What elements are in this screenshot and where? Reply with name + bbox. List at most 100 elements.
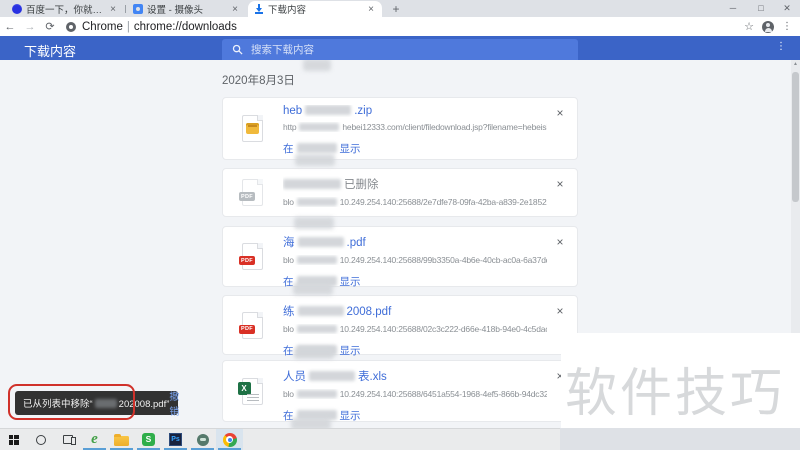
download-filename-link[interactable]: heb .zip bbox=[283, 105, 547, 117]
tab-downloads[interactable]: 下载内容 × bbox=[248, 1, 382, 17]
page-title: 下载内容 bbox=[24, 44, 77, 59]
redaction-blur bbox=[296, 256, 337, 264]
downloads-menu-icon[interactable]: ⋮ bbox=[776, 41, 786, 52]
forward-icon[interactable]: → bbox=[20, 21, 40, 33]
chrome-logo-icon bbox=[222, 432, 237, 447]
baidu-favicon bbox=[12, 4, 22, 14]
undo-button[interactable]: 撤销 bbox=[169, 388, 188, 418]
download-card: heb .zip http hebei12333.com/client/filedo… bbox=[222, 97, 578, 160]
tab-title: 百度一下，你就知道 bbox=[26, 5, 104, 16]
remove-download-icon[interactable]: × bbox=[553, 177, 567, 191]
maximize-button[interactable]: □ bbox=[750, 0, 772, 16]
chat-app-icon bbox=[196, 433, 209, 446]
redaction-blur bbox=[293, 283, 333, 295]
search-input[interactable]: 搜索下载内容 bbox=[222, 39, 578, 60]
pdf-file-icon: PDF bbox=[223, 169, 281, 216]
download-card: PDF 海 .pdf blo 10.249.254.140:25688/99b335… bbox=[222, 226, 578, 288]
download-card: PDF 已删除 blo 10.249.254.140:25688/2e7dfe78… bbox=[222, 168, 578, 217]
watermark-box: 软件技巧 bbox=[561, 333, 800, 428]
redaction-blur bbox=[291, 418, 331, 428]
profile-avatar-icon[interactable] bbox=[762, 20, 774, 33]
tab-settings[interactable]: 设置 - 摄像头 × bbox=[127, 1, 246, 17]
download-source-url: http hebei12333.com/client/filedownload.j… bbox=[283, 122, 547, 132]
download-source-url: blo 10.249.254.140:25688/02c3c222-d66e-41… bbox=[283, 324, 547, 334]
watermark-text: 软件技巧 bbox=[565, 365, 786, 423]
redaction-blur bbox=[305, 105, 352, 115]
search-placeholder: 搜索下载内容 bbox=[251, 44, 314, 56]
red-highlight-annotation bbox=[8, 384, 135, 420]
windows-logo-icon bbox=[8, 434, 19, 445]
taskbar-s-app[interactable]: S bbox=[135, 429, 162, 450]
url-separator: | bbox=[126, 20, 130, 33]
tab-title: 下载内容 bbox=[268, 5, 307, 16]
taskbar-ie-browser[interactable]: e bbox=[81, 429, 108, 450]
page-info-icon[interactable] bbox=[66, 21, 76, 32]
date-header: 2020年8月3日 bbox=[222, 75, 295, 87]
task-view-icon bbox=[62, 435, 76, 445]
browser-menu-icon[interactable]: ⋮ bbox=[782, 21, 792, 32]
close-window-button[interactable]: ✕ bbox=[776, 0, 798, 16]
download-card: X 人员 表.xls blo 10.249.254.140:25688/6451a5… bbox=[222, 360, 578, 422]
scrollbar[interactable]: ▲ bbox=[791, 60, 800, 333]
remove-download-icon[interactable]: × bbox=[553, 304, 567, 318]
ie-browser-icon: e bbox=[91, 431, 98, 447]
download-source-url: blo 10.249.254.140:25688/6451a554-1968-4e… bbox=[283, 389, 547, 399]
search-icon bbox=[232, 44, 243, 55]
downloads-list: 2020年8月3日 heb .zip http hebei12333.com/cli… bbox=[0, 60, 800, 428]
new-tab-button[interactable]: + bbox=[388, 2, 404, 16]
folder-icon bbox=[114, 433, 129, 446]
bookmark-star-icon[interactable]: ☆ bbox=[744, 20, 754, 33]
tab-close-icon[interactable]: × bbox=[108, 4, 118, 15]
redaction-blur bbox=[303, 60, 331, 71]
search-circle-icon bbox=[35, 434, 46, 445]
tab-close-icon[interactable]: × bbox=[366, 4, 376, 15]
pdf-file-icon: PDF bbox=[223, 227, 281, 286]
taskbar-chat-app[interactable] bbox=[189, 429, 216, 450]
windows-taskbar: e S Ps bbox=[0, 428, 560, 450]
reload-icon[interactable]: ⟳ bbox=[40, 20, 60, 33]
redaction-blur bbox=[296, 198, 337, 206]
remove-download-icon[interactable]: × bbox=[553, 106, 567, 120]
back-icon[interactable]: ← bbox=[0, 21, 20, 33]
redaction-blur bbox=[299, 123, 340, 131]
site-label: Chrome bbox=[82, 20, 123, 33]
redaction-blur bbox=[296, 390, 337, 398]
pdf-file-icon: PDF bbox=[223, 296, 281, 354]
browser-toolbar: ← → ⟳ Chrome | chrome://downloads ☆ ⋮ bbox=[0, 17, 800, 36]
redaction-blur bbox=[283, 179, 341, 189]
redaction-blur bbox=[296, 325, 337, 333]
redaction-blur bbox=[296, 143, 337, 153]
scrollbar-thumb[interactable] bbox=[792, 72, 799, 202]
task-view-button[interactable] bbox=[54, 429, 81, 450]
s-app-icon: S bbox=[142, 433, 155, 446]
download-filename-link[interactable]: 练 2008.pdf bbox=[283, 303, 547, 319]
download-filename-link[interactable]: 海 .pdf bbox=[283, 234, 547, 250]
download-filename-deleted: 已删除 bbox=[283, 176, 547, 192]
address-bar[interactable]: Chrome | chrome://downloads bbox=[82, 21, 237, 33]
excel-file-icon: X bbox=[223, 361, 281, 421]
redaction-blur bbox=[309, 371, 355, 381]
download-source-url: blo 10.249.254.140:25688/99b3350a-4b6e-40… bbox=[283, 255, 547, 265]
taskbar-file-explorer[interactable] bbox=[108, 429, 135, 450]
taskbar-photoshop[interactable]: Ps bbox=[162, 429, 189, 450]
redaction-blur bbox=[294, 217, 334, 229]
taskbar-chrome-browser[interactable] bbox=[216, 429, 243, 450]
zip-file-icon bbox=[223, 98, 281, 159]
taskbar-search-button[interactable] bbox=[27, 429, 54, 450]
tab-baidu[interactable]: 百度一下，你就知道 × bbox=[6, 1, 124, 17]
redaction-blur bbox=[294, 347, 334, 359]
download-filename-link[interactable]: 人员 表.xls bbox=[283, 368, 547, 384]
tab-close-icon[interactable]: × bbox=[230, 4, 240, 15]
redaction-blur bbox=[297, 306, 344, 316]
tab-strip: 百度一下，你就知道 × 设置 - 摄像头 × 下载内容 × + ─ □ ✕ bbox=[0, 0, 800, 17]
remove-download-icon[interactable]: × bbox=[553, 235, 567, 249]
download-source-url: blo 10.249.254.140:25688/2e7dfe78-09fa-42… bbox=[283, 197, 547, 207]
redaction-blur bbox=[295, 154, 335, 166]
settings-gear-favicon bbox=[133, 4, 143, 14]
tab-divider bbox=[125, 5, 126, 13]
minimize-button[interactable]: ─ bbox=[722, 0, 744, 16]
scroll-up-icon[interactable]: ▲ bbox=[791, 61, 800, 67]
download-favicon bbox=[254, 4, 264, 14]
start-button[interactable] bbox=[0, 429, 27, 450]
photoshop-icon: Ps bbox=[169, 433, 182, 446]
